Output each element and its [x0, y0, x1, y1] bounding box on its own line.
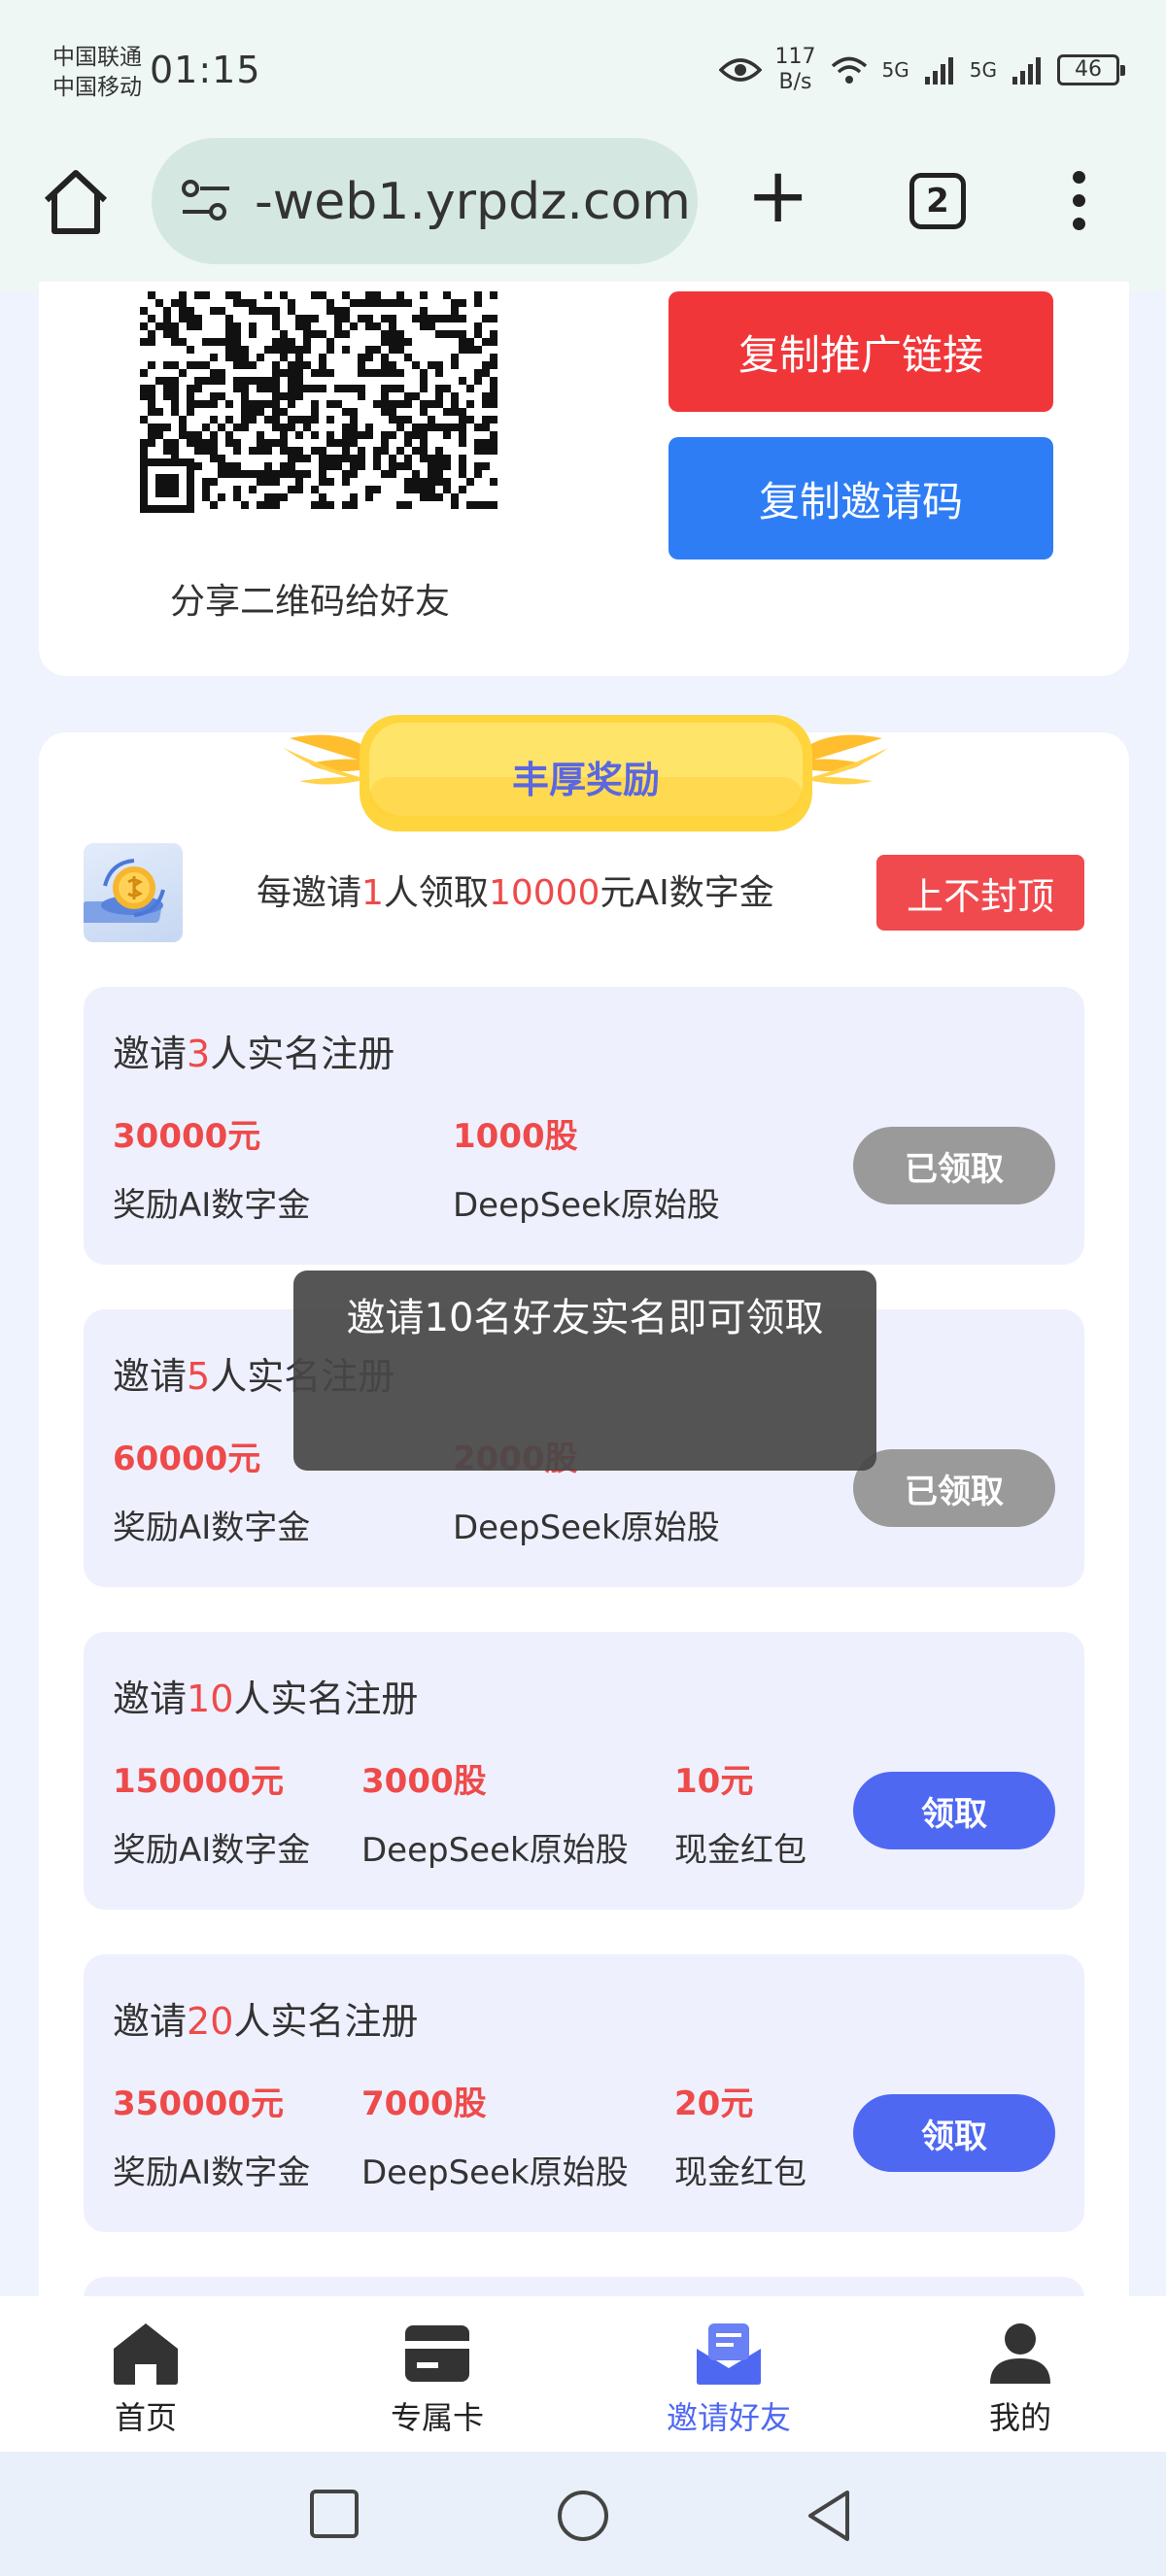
invite-icon: [697, 2323, 761, 2385]
card-icon: [405, 2325, 469, 2382]
nav-item-card[interactable]: 专属卡: [340, 2322, 534, 2438]
reward-item: 3000股 DeepSeek原始股: [361, 1762, 629, 1870]
signal-bars-icon: [924, 57, 953, 85]
recent-apps-icon[interactable]: [309, 2489, 360, 2539]
uncapped-badge[interactable]: 上不封顶: [876, 855, 1084, 931]
nav-item-home[interactable]: 首页: [49, 2322, 243, 2438]
copy-link-button[interactable]: 复制推广链接: [669, 291, 1053, 412]
tabs-icon[interactable]: 2: [909, 173, 966, 229]
net-speed: 117 B/s: [774, 45, 816, 94]
claimed-button[interactable]: 已领取: [853, 1449, 1055, 1527]
reward-card: 丰厚奖励 每邀请1人领取10000元AI数字金 上不封顶 邀请3人实名注册 30…: [39, 715, 1129, 2335]
address-bar[interactable]: -web1.yrpdz.com: [152, 138, 698, 264]
qr-code: [140, 291, 497, 513]
home-icon: [114, 2323, 178, 2385]
wifi-icon: [831, 56, 867, 84]
signal-type-2: 5G: [969, 58, 997, 82]
copy-invite-code-button[interactable]: 复制邀请码: [669, 437, 1053, 559]
tier-title: 邀请10人实名注册: [113, 1678, 419, 1720]
plus-icon[interactable]: +: [746, 157, 809, 235]
back-icon[interactable]: [805, 2489, 853, 2543]
reward-item: 350000元 奖励AI数字金: [113, 2085, 311, 2192]
clock: 01:15: [150, 49, 261, 91]
claim-button[interactable]: 领取: [853, 2094, 1055, 2172]
url-text: -web1.yrpdz.com: [255, 173, 691, 231]
status-icons: 117 B/s 5G 5G 46: [718, 45, 1125, 95]
carrier-labels: 中国联通 中国移动: [52, 43, 142, 103]
user-icon: [990, 2323, 1050, 2384]
tier-title: 邀请3人实名注册: [113, 1033, 395, 1075]
tune-icon[interactable]: [179, 177, 233, 223]
claim-button[interactable]: 领取: [853, 1772, 1055, 1849]
bottom-nav: 首页 专属卡 邀请好友 我的: [0, 2296, 1166, 2452]
reward-item: 30000元 奖励AI数字金: [113, 1117, 311, 1225]
eye-icon: [718, 58, 762, 82]
battery-icon: 46: [1057, 54, 1125, 85]
more-vert-icon[interactable]: [1073, 171, 1088, 241]
system-nav-bar: [0, 2452, 1166, 2576]
browser-toolbar: -web1.yrpdz.com + 2: [0, 126, 1166, 291]
reward-title: 丰厚奖励: [511, 759, 660, 801]
coin-icon: [84, 843, 183, 942]
promo-text: 每邀请1人领取10000元AI数字金: [257, 873, 774, 913]
tier-card: 邀请20人实名注册 350000元 奖励AI数字金 7000股 DeepSeek原始…: [84, 1954, 1084, 2232]
share-card: 分享二维码给好友 复制推广链接 复制邀请码: [39, 282, 1129, 676]
nav-item-profile[interactable]: 我的: [923, 2322, 1117, 2438]
nav-item-invite[interactable]: 邀请好友: [632, 2322, 826, 2438]
tier-card: 邀请3人实名注册 30000元 奖励AI数字金 1000股 DeepSeek原始股 …: [84, 987, 1084, 1265]
carrier-1: 中国联通: [52, 45, 142, 70]
status-bar: 中国联通 中国移动 01:15 117 B/s 5G 5G 46: [0, 0, 1166, 146]
carrier-2: 中国移动: [52, 75, 142, 100]
reward-item: 60000元 奖励AI数字金: [113, 1440, 311, 1547]
signal-type-1: 5G: [881, 58, 909, 82]
home-circle-icon[interactable]: [556, 2489, 610, 2543]
tier-title: 邀请20人实名注册: [113, 2000, 419, 2043]
home-icon[interactable]: [39, 165, 113, 239]
reward-item: 7000股 DeepSeek原始股: [361, 2085, 629, 2192]
reward-item: 10元 现金红包: [674, 1762, 806, 1870]
reward-item: 20元 现金红包: [674, 2085, 806, 2192]
claimed-button[interactable]: 已领取: [853, 1127, 1055, 1204]
signal-bars-icon: [1012, 57, 1041, 85]
toast-message: 邀请10名好友实名即可领取: [293, 1271, 876, 1471]
reward-item: 150000元 奖励AI数字金: [113, 1762, 311, 1870]
qr-caption: 分享二维码给好友: [170, 582, 451, 622]
reward-item: 1000股 DeepSeek原始股: [453, 1117, 720, 1225]
tier-card: 邀请10人实名注册 150000元 奖励AI数字金 3000股 DeepSeek原始…: [84, 1632, 1084, 1910]
